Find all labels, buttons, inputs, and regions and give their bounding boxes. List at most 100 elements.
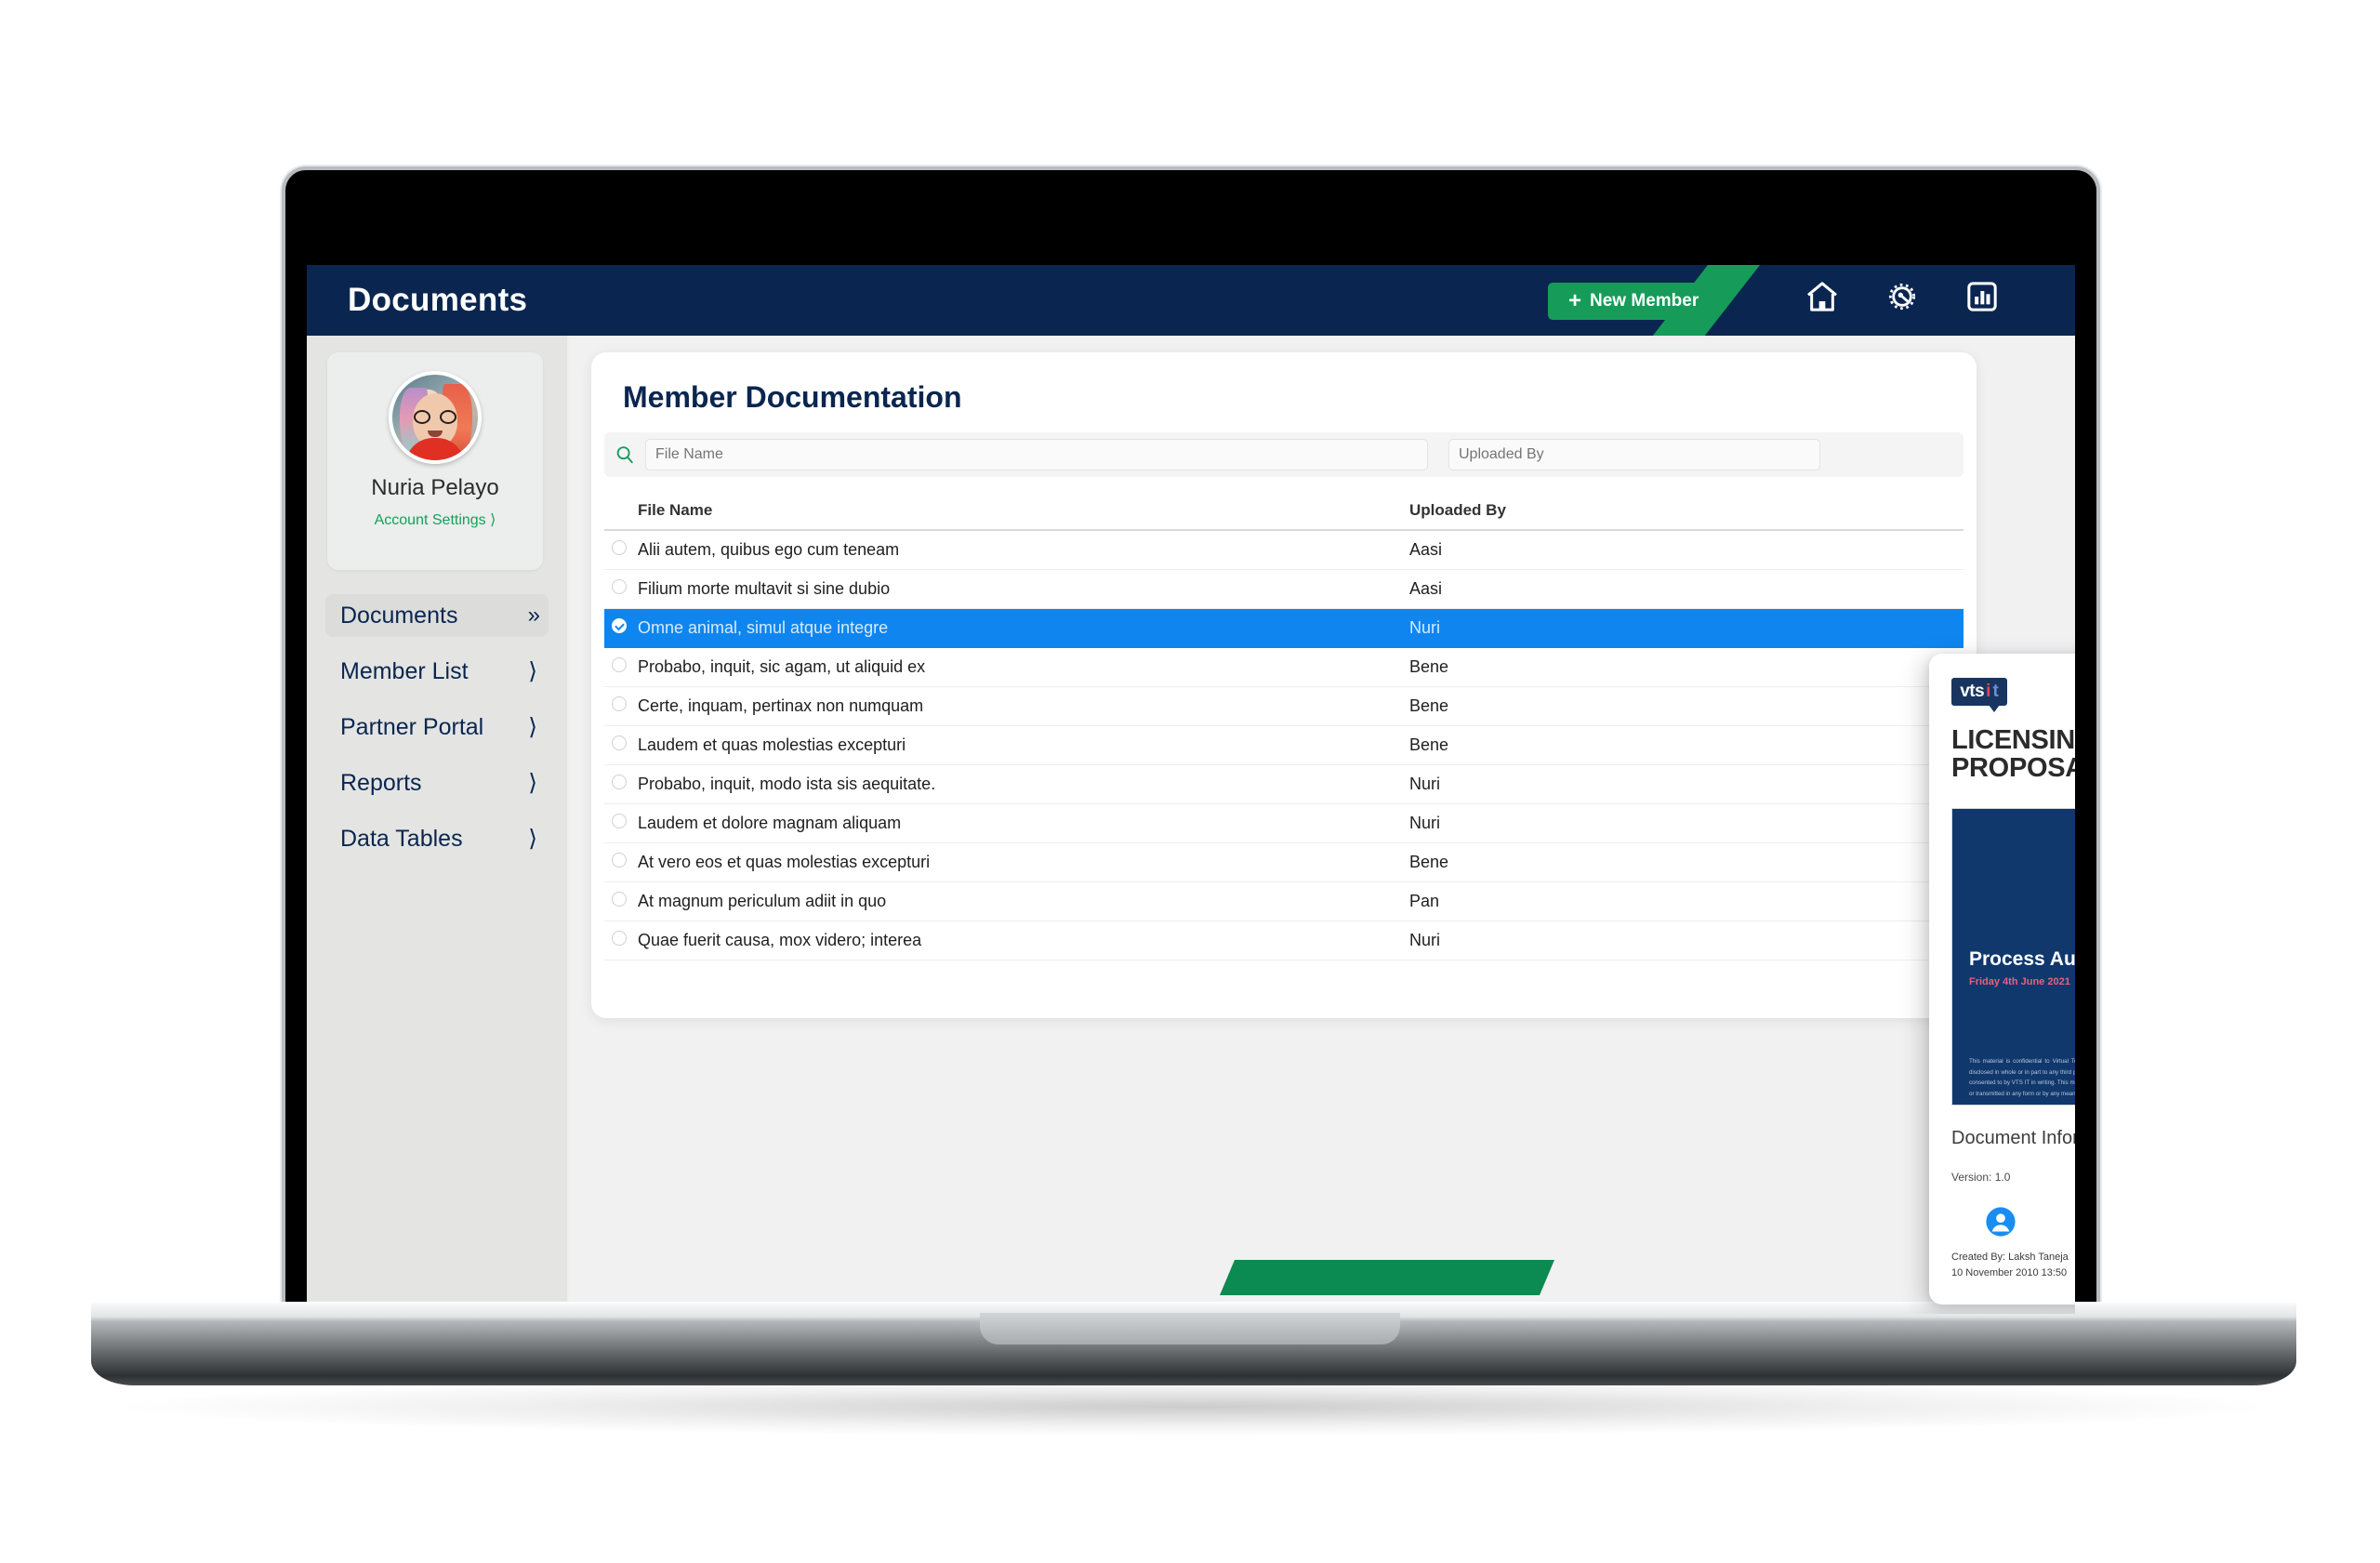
vts-it-logo: vts i t [1951,678,2007,712]
logo-text-i: i [1986,682,1991,701]
laptop-front-notch [980,1313,1400,1344]
cell-uploaded-by: Nuri [1409,775,1441,793]
main-panel: Member Documentation File Name Uploaded … [569,336,2075,1314]
table-row[interactable]: Quae fuerit causa, mox videro; interea N… [604,921,1964,960]
cell-uploaded-by: Bene [1409,657,1449,676]
row-radio[interactable] [612,657,627,672]
table-row-selected[interactable]: Omne animal, simul atque integre Nuri [604,609,1964,648]
sidebar-item-label: Documents [340,602,458,629]
row-radio[interactable] [612,853,627,868]
created-by-block: Created By: Laksh Taneja 10 November 201… [1951,1206,2075,1280]
laptop-mockup: Documents + New Member Nuria Pelayo Acco… [0,0,2380,1563]
cell-uploaded-by: Nuri [1409,931,1441,949]
cell-uploaded-by: Nuri [1409,618,1441,637]
sidebar-item-label: Member List [340,657,469,684]
sidebar-item-data-tables[interactable]: Data Tables ⟩ [325,817,549,860]
search-icon [604,444,645,465]
cell-uploaded-by: Aasi [1409,540,1443,559]
app-body: Nuria Pelayo Account Settings ⟩ Document… [307,336,2075,1314]
table-row[interactable]: At magnum periculum adiit in quo Pan [604,882,1964,921]
page-title: Documents [348,282,528,318]
table-row[interactable]: Alii autem, quibus ego cum teneam Aasi [604,531,1964,570]
new-member-label: New Member [1590,291,1699,311]
row-radio[interactable] [612,735,627,750]
cell-uploaded-by: Aasi [1409,579,1443,598]
account-settings-link[interactable]: Account Settings ⟩ [327,510,543,529]
cell-file-name: At vero eos et quas molestias excepturi [638,853,931,871]
sidebar-nav: Documents » Member List ⟩ Partner Portal… [307,594,567,873]
app-header: Documents + New Member [307,265,2075,336]
column-header-uploaded-by[interactable]: Uploaded By [1409,501,1781,520]
laptop-screen-bezel: Documents + New Member Nuria Pelayo Acco… [285,170,2096,1315]
table-header: File Name Uploaded By [604,492,1964,531]
column-header-file-name[interactable]: File Name [638,501,1409,520]
search-bar [604,432,1964,477]
cell-uploaded-by: Pan [1409,892,1440,910]
chevron-right-icon: ⟩ [528,714,537,740]
search-input-uploaded-by[interactable] [1448,439,1820,470]
home-icon[interactable] [1804,278,1841,315]
table-row[interactable]: Certe, inquam, pertinax non numquam Bene [604,687,1964,726]
sidebar-item-member-list[interactable]: Member List ⟩ [325,650,549,693]
thumbnail-date: Friday 4th June 2021 [1969,976,2070,987]
cell-file-name: Laudem et quas molestias excepturi [638,735,906,754]
created-by-label: Created By: Laksh Taneja [1951,1252,2069,1263]
table-row[interactable]: At vero eos et quas molestias excepturi … [604,843,1964,882]
laptop-shadow [130,1378,2259,1436]
table-row[interactable]: Laudem et quas molestias excepturi Bene [604,726,1964,765]
document-title: LICENSING PROPOSAL [1951,725,2075,784]
sidebar-item-label: Partner Portal [340,713,484,740]
member-documentation-card: Member Documentation File Name Uploaded … [591,352,1977,1018]
add-new-member-button[interactable]: + New Member [1548,283,1720,320]
cell-file-name: Probabo, inquit, sic agam, ut aliquid ex [638,657,926,676]
sidebar-item-documents[interactable]: Documents » [325,594,549,637]
gear-icon[interactable] [1884,278,1921,315]
row-radio-checked[interactable] [612,618,627,633]
sidebar-item-partner-portal[interactable]: Partner Portal ⟩ [325,706,549,748]
cell-file-name: Certe, inquam, pertinax non numquam [638,696,924,715]
sidebar-item-reports[interactable]: Reports ⟩ [325,762,549,804]
user-avatar-icon [1985,1206,2075,1242]
profile-card: Nuria Pelayo Account Settings ⟩ [327,352,543,570]
profile-name: Nuria Pelayo [371,475,499,500]
table-body: Alii autem, quibus ego cum teneam Aasi F… [604,531,1964,960]
cell-file-name: Quae fuerit causa, mox videro; interea [638,931,922,949]
chevron-right-icon: ⟩ [528,770,537,796]
chevron-double-right-icon: » [527,603,540,628]
table-row[interactable]: Probabo, inquit, modo ista sis aequitate… [604,765,1964,804]
created-by-timestamp: 10 November 2010 13:50 [1951,1266,2068,1278]
document-preview-panel: vts i t LICENSING PROPOSAL Process Autom… [1929,654,2075,1305]
bottom-green-ribbon-decoration [1220,1260,1554,1295]
table-row[interactable]: Laudem et dolore magnam aliquam Nuri [604,804,1964,843]
cell-uploaded-by: Nuri [1409,814,1441,832]
card-title: Member Documentation [623,380,962,414]
table-row[interactable]: Filium morte multavit si sine dubio Aasi [604,570,1964,609]
search-input-file-name[interactable] [645,439,1428,470]
row-radio[interactable] [612,814,627,828]
row-radio[interactable] [612,696,627,711]
sidebar-item-label: Data Tables [340,825,463,852]
cell-uploaded-by: Bene [1409,853,1449,871]
sidebar-item-label: Reports [340,769,422,796]
plus-icon: + [1568,288,1582,313]
sidebar: Nuria Pelayo Account Settings ⟩ Document… [307,336,567,1314]
cell-file-name: Laudem et dolore magnam aliquam [638,814,902,832]
row-radio[interactable] [612,931,627,946]
logo-text-t: t [1992,682,1999,701]
row-radio[interactable] [612,775,627,789]
chevron-right-icon: ⟩ [528,658,537,684]
row-radio[interactable] [612,892,627,907]
chevron-right-icon: ⟩ [528,826,537,852]
thumbnail-heading: Process Automation [1969,948,2075,970]
table-row[interactable]: Probabo, inquit, sic agam, ut aliquid ex… [604,648,1964,687]
cell-file-name: Omne animal, simul atque integre [638,618,889,637]
document-version: Version: 1.0 [1951,1171,2011,1184]
row-radio[interactable] [612,540,627,555]
cell-file-name: Probabo, inquit, modo ista sis aequitate… [638,775,936,793]
cell-uploaded-by: Bene [1409,735,1449,754]
document-thumbnail[interactable]: Process Automation Friday 4th June 2021 … [1951,808,2075,1106]
cell-file-name: Filium morte multavit si sine dubio [638,579,891,598]
document-information-heading: Document Information [1951,1128,2075,1148]
row-radio[interactable] [612,579,627,594]
chart-icon[interactable] [1964,278,2001,315]
